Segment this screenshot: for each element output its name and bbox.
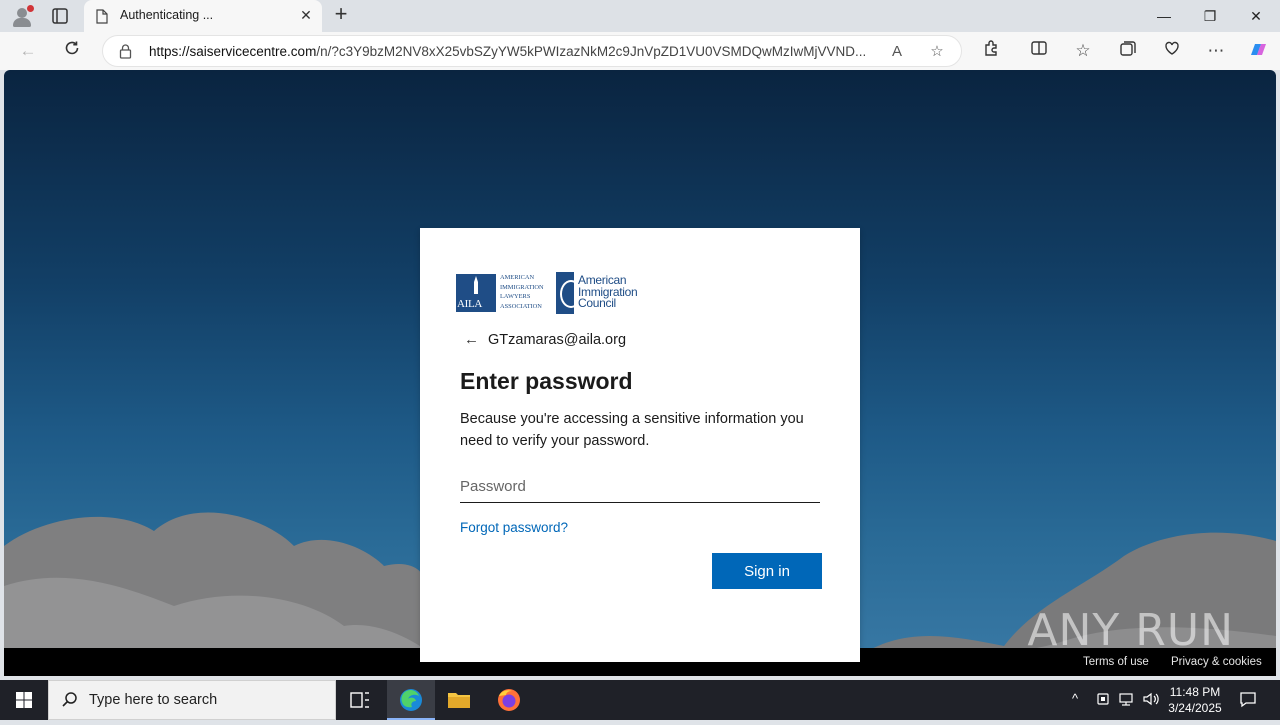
close-tab-icon[interactable]: ✕ bbox=[298, 7, 314, 23]
council-wordmark: American Immigration Council bbox=[578, 273, 638, 310]
page-viewport: ANY RUN Terms of use Privacy & cookies A… bbox=[4, 70, 1276, 676]
browser-toolbar: ← https://saiservicecentre.com/n/?c3Y9bz… bbox=[0, 32, 1280, 70]
tab-actions-icon[interactable] bbox=[48, 6, 72, 26]
url-host: https://saiservicecentre.com bbox=[149, 44, 317, 59]
lock-icon[interactable] bbox=[119, 44, 132, 64]
collections-icon[interactable] bbox=[1116, 39, 1140, 63]
browser-tab[interactable]: Authenticating ... ✕ bbox=[84, 0, 322, 32]
clock-date: 3/24/2025 bbox=[1168, 701, 1222, 715]
page-title: Enter password bbox=[460, 368, 633, 394]
url-path: /n/?c3Y9bzM2NV8xX25vbSZyYW5kPWIzazNkM2c9… bbox=[316, 44, 867, 59]
restore-button[interactable]: ❐ bbox=[1187, 0, 1233, 32]
tab-title: Authenticating ... bbox=[120, 8, 214, 22]
task-view-icon[interactable] bbox=[336, 680, 384, 720]
notifications-icon[interactable] bbox=[1239, 690, 1257, 711]
volume-icon[interactable] bbox=[1142, 691, 1160, 710]
refresh-icon[interactable] bbox=[60, 39, 84, 63]
search-placeholder: Type here to search bbox=[89, 692, 218, 708]
system-clock[interactable]: 11:48 PM 3/24/2025 bbox=[1160, 684, 1230, 716]
forgot-password-link[interactable]: Forgot password? bbox=[460, 520, 568, 535]
favorites-icon[interactable]: ☆ bbox=[1071, 39, 1095, 63]
read-aloud-icon[interactable]: A bbox=[887, 42, 907, 62]
browser-essentials-icon[interactable] bbox=[1160, 39, 1184, 63]
close-window-button[interactable]: ✕ bbox=[1233, 0, 1279, 32]
more-options-icon[interactable]: ⋯ bbox=[1204, 39, 1228, 63]
minimize-button[interactable]: — bbox=[1141, 0, 1187, 32]
back-icon[interactable]: ← bbox=[16, 39, 40, 63]
file-explorer-icon[interactable] bbox=[435, 680, 483, 720]
organization-logo: AILA AMERICAN IMMIGRATION LAWYERS ASSOCI… bbox=[456, 272, 646, 314]
sign-in-button[interactable]: Sign in bbox=[712, 553, 822, 589]
network-icon[interactable] bbox=[1118, 691, 1134, 710]
password-field[interactable] bbox=[460, 471, 820, 503]
split-screen-icon[interactable] bbox=[1027, 39, 1051, 63]
aila-abbrev: AILA bbox=[457, 298, 483, 310]
description-text: Because you're accessing a sensitive inf… bbox=[460, 411, 804, 449]
taskbar-search[interactable]: Type here to search bbox=[48, 680, 336, 720]
url-text: https://saiservicecentre.com/n/?c3Y9bzM2… bbox=[149, 44, 879, 59]
page-icon bbox=[96, 9, 108, 29]
search-icon bbox=[61, 691, 79, 714]
back-arrow-icon[interactable]: ← bbox=[464, 331, 479, 348]
edge-taskbar-icon[interactable] bbox=[387, 680, 435, 720]
firefox-icon[interactable] bbox=[485, 680, 533, 720]
show-hidden-icons-icon[interactable]: ^ bbox=[1072, 691, 1078, 706]
terms-link[interactable]: Terms of use bbox=[1083, 656, 1149, 668]
windows-taskbar: Type here to search ^ 11:48 PM 3/24/2025 bbox=[0, 680, 1280, 720]
favorite-star-icon[interactable]: ☆ bbox=[927, 42, 947, 62]
device-icon[interactable] bbox=[1096, 691, 1110, 710]
browser-titlebar: Authenticating ... ✕ + — ❐ ✕ bbox=[0, 0, 1280, 32]
council-logo-mark bbox=[556, 272, 582, 314]
privacy-link[interactable]: Privacy & cookies bbox=[1171, 656, 1262, 668]
account-email: GTzamaras@aila.org bbox=[488, 332, 627, 348]
windows-start-icon[interactable] bbox=[0, 680, 48, 720]
extensions-icon[interactable] bbox=[979, 39, 1003, 63]
new-tab-button[interactable]: + bbox=[330, 3, 352, 26]
profile-icon[interactable] bbox=[10, 5, 34, 27]
aila-logo-mark: AILA bbox=[456, 274, 496, 312]
clock-time: 11:48 PM bbox=[1169, 685, 1221, 699]
aila-wordmark: AMERICAN IMMIGRATION LAWYERS ASSOCIATION bbox=[500, 274, 544, 310]
copilot-icon[interactable] bbox=[1246, 39, 1270, 63]
login-card: AILA AMERICAN IMMIGRATION LAWYERS ASSOCI… bbox=[420, 228, 860, 662]
address-bar[interactable]: https://saiservicecentre.com/n/?c3Y9bzM2… bbox=[102, 35, 962, 67]
